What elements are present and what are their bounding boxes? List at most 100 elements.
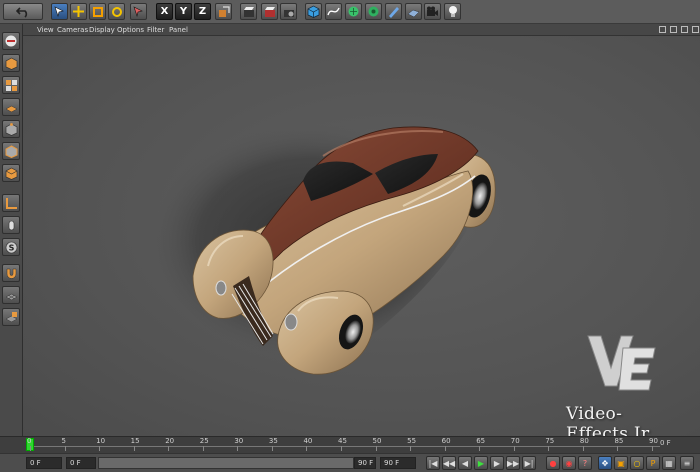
viewport-zoom-icon[interactable] bbox=[670, 26, 677, 33]
preview-range-slider[interactable] bbox=[98, 457, 354, 469]
timeline-tick-label: 55 bbox=[407, 437, 417, 445]
y-axis-icon[interactable]: Y bbox=[175, 3, 192, 20]
lock-workplane-icon[interactable] bbox=[2, 308, 20, 326]
rotate-icon[interactable] bbox=[108, 3, 125, 20]
menu-cameras[interactable]: Cameras bbox=[57, 24, 88, 36]
menu-display[interactable]: Display bbox=[89, 24, 115, 36]
goto-end-icon[interactable]: ▶| bbox=[522, 456, 536, 470]
interpolation-icon[interactable]: ≡ bbox=[680, 456, 694, 470]
undo-icon[interactable] bbox=[3, 3, 43, 20]
timeline-end-label: 0 F bbox=[660, 439, 671, 447]
timeline-tick-label: 35 bbox=[268, 437, 278, 445]
selection-icon[interactable] bbox=[130, 3, 147, 20]
timeline-tick bbox=[99, 446, 101, 451]
timeline-tick bbox=[548, 446, 550, 451]
timeline-tick bbox=[513, 446, 515, 451]
menu-filter[interactable]: Filter bbox=[147, 24, 164, 36]
floor-icon[interactable] bbox=[405, 3, 422, 20]
key-rotation-icon[interactable]: ○ bbox=[630, 456, 644, 470]
tweak-mode-icon[interactable] bbox=[2, 216, 20, 234]
video-effects-logo bbox=[587, 335, 656, 391]
timeline-tick bbox=[168, 446, 170, 451]
timeline-tick-label: 50 bbox=[372, 437, 382, 445]
end-frame-field[interactable]: 90 F bbox=[380, 457, 416, 469]
current-frame-field[interactable]: 0 F bbox=[26, 457, 62, 469]
timeline-tick-label: 60 bbox=[441, 437, 451, 445]
workplane-grid-icon[interactable] bbox=[2, 286, 20, 304]
timeline-tick-label: 45 bbox=[338, 437, 347, 445]
menu-options[interactable]: Options bbox=[117, 24, 144, 36]
autokey-icon[interactable]: ◉ bbox=[562, 456, 576, 470]
key-scale-icon[interactable]: ▣ bbox=[614, 456, 628, 470]
timeline-tick bbox=[375, 446, 377, 451]
viewport-menu-bar: View Cameras Display Options Filter Pane… bbox=[23, 24, 700, 36]
slider-end-field[interactable]: 90 F bbox=[354, 457, 376, 469]
next-key-icon[interactable]: ▶▶ bbox=[506, 456, 520, 470]
goto-start-icon[interactable]: |◀ bbox=[426, 456, 440, 470]
timeline-tick bbox=[133, 446, 135, 451]
coordinate-system-icon[interactable] bbox=[215, 3, 232, 20]
viewport-move-icon[interactable] bbox=[659, 26, 666, 33]
timeline-tick bbox=[341, 446, 342, 451]
play-icon[interactable]: ▶ bbox=[474, 456, 488, 470]
light-icon[interactable] bbox=[444, 3, 461, 20]
magnet-icon[interactable] bbox=[2, 264, 20, 282]
keyframe-selection-icon[interactable]: ? bbox=[578, 456, 592, 470]
timeline-tick-label: 40 bbox=[303, 437, 313, 445]
live-selection-icon[interactable] bbox=[51, 3, 68, 20]
main-toolbar: X Y Z bbox=[0, 0, 700, 24]
ruler-baseline bbox=[26, 446, 660, 453]
3d-viewport[interactable]: Video-Effects.Ir bbox=[23, 36, 700, 436]
render-view-icon[interactable] bbox=[240, 3, 257, 20]
render-picture-viewer-icon[interactable] bbox=[261, 3, 278, 20]
snapping-icon[interactable]: S bbox=[2, 238, 20, 256]
timeline-tick-label: 5 bbox=[61, 437, 67, 445]
model-mode-icon[interactable] bbox=[2, 54, 20, 72]
move-icon[interactable] bbox=[70, 3, 87, 20]
render-settings-icon[interactable] bbox=[280, 3, 297, 20]
key-position-icon[interactable]: ✥ bbox=[598, 456, 612, 470]
prev-frame-icon[interactable]: ◀ bbox=[458, 456, 472, 470]
timeline-tick-label: 90 bbox=[649, 437, 658, 445]
axis-mode-icon[interactable] bbox=[2, 194, 20, 212]
timeline-tick bbox=[479, 446, 481, 451]
camera-icon[interactable] bbox=[424, 3, 441, 20]
start-frame-field[interactable]: 0 F bbox=[66, 457, 96, 469]
svg-text:S: S bbox=[8, 243, 14, 252]
viewport-rotate-icon[interactable] bbox=[681, 26, 688, 33]
timeline-tick-label: 20 bbox=[165, 437, 175, 445]
timeline-tick-label: 15 bbox=[130, 437, 140, 445]
x-axis-icon[interactable]: X bbox=[156, 3, 173, 20]
array-icon[interactable] bbox=[365, 3, 382, 20]
timeline-tick-label: 30 bbox=[234, 437, 244, 445]
left-mode-palette: S bbox=[0, 24, 23, 436]
spline-pen-icon[interactable] bbox=[325, 3, 342, 20]
make-editable-icon[interactable] bbox=[2, 32, 20, 50]
deformer-icon[interactable] bbox=[385, 3, 402, 20]
next-frame-icon[interactable]: ▶ bbox=[490, 456, 504, 470]
viewport-maximize-icon[interactable] bbox=[692, 26, 699, 33]
prev-key-icon[interactable]: ◀◀ bbox=[442, 456, 456, 470]
menu-panel[interactable]: Panel bbox=[169, 24, 188, 36]
subdivision-icon[interactable] bbox=[345, 3, 362, 20]
timeline-ruler[interactable]: 0 F 0 5 10 15 20 25 30 35 40 45 50 55 60 65 70 75 80 85 90 bbox=[0, 436, 700, 453]
edges-mode-icon[interactable] bbox=[2, 142, 20, 160]
points-mode-icon[interactable] bbox=[2, 120, 20, 138]
record-active-icon[interactable]: ● bbox=[546, 456, 560, 470]
timeline-tick bbox=[582, 446, 584, 451]
key-pla-icon[interactable]: ▦ bbox=[662, 456, 676, 470]
cube-icon[interactable] bbox=[305, 3, 322, 20]
timeline-tick bbox=[444, 446, 446, 451]
key-parameter-icon[interactable]: P bbox=[646, 456, 660, 470]
scale-icon[interactable] bbox=[89, 3, 106, 20]
polygons-mode-icon[interactable] bbox=[2, 164, 20, 182]
transport-bar: 0 F 0 F 90 F 90 F |◀ ◀◀ ◀ ▶ ▶ ▶▶ ▶| ● ◉ … bbox=[0, 453, 700, 472]
texture-mode-icon[interactable] bbox=[2, 76, 20, 94]
workplane-icon[interactable] bbox=[2, 98, 20, 116]
timeline-tick-label: 75 bbox=[545, 437, 555, 445]
timeline-tick bbox=[652, 446, 653, 451]
timeline-tick-label: 80 bbox=[579, 437, 589, 445]
z-axis-icon[interactable]: Z bbox=[194, 3, 211, 20]
timeline-tick bbox=[271, 446, 273, 451]
menu-view[interactable]: View bbox=[37, 24, 54, 36]
